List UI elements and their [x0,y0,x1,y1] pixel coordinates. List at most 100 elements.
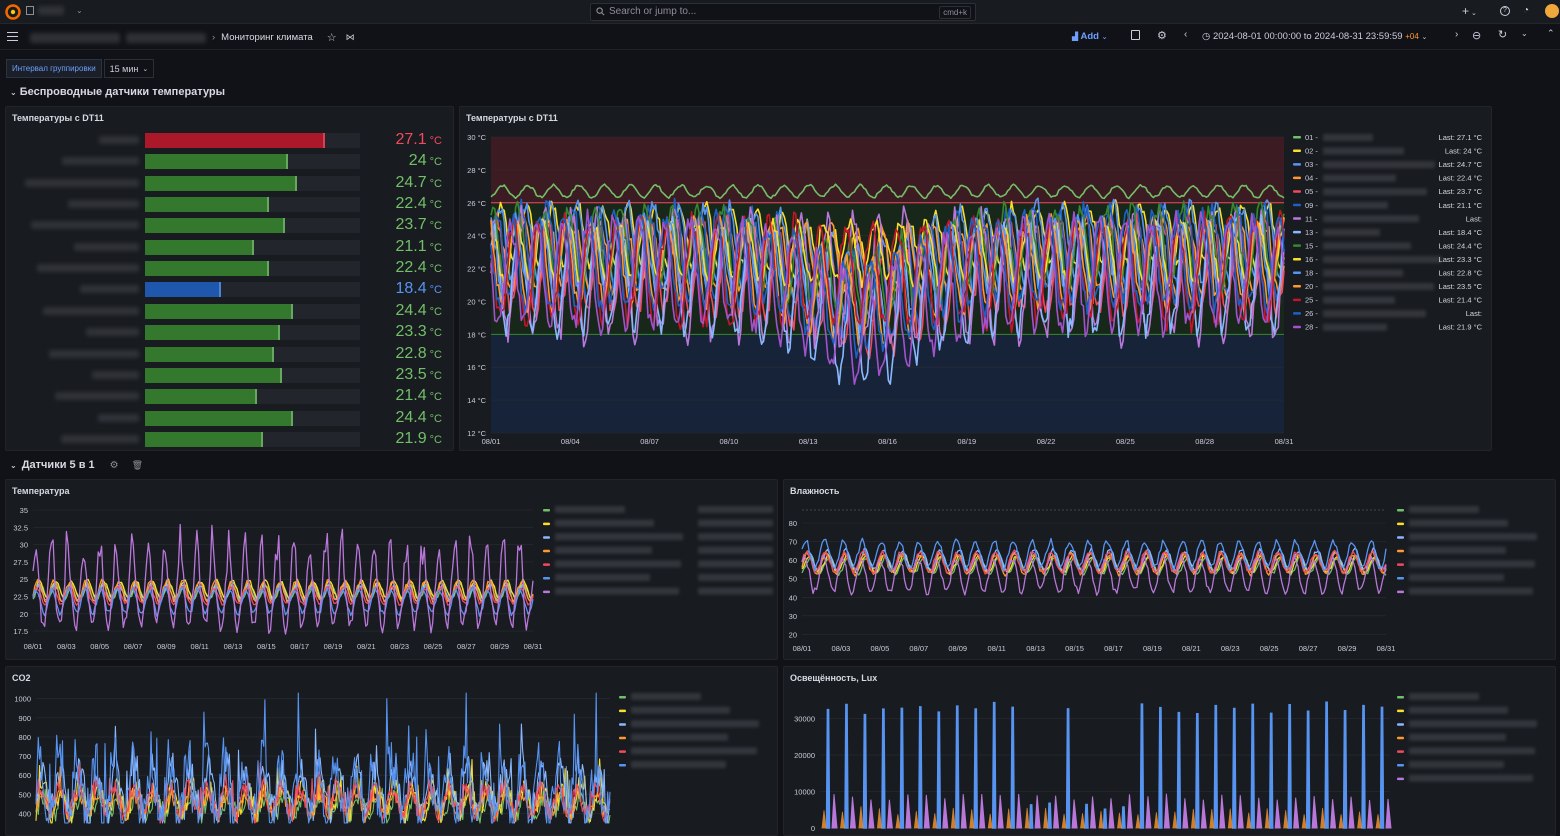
legend-swatch[interactable] [619,736,626,740]
legend-label[interactable] [631,747,757,755]
dt11-chart[interactable]: 30 °C 28 °C 26 °C 24 °C 22 °C 20 °C 18 °C 16 °C… [460,107,1491,450]
legend-label[interactable] [555,533,683,541]
legend-label[interactable] [1409,587,1533,595]
legend-label[interactable]: 20 - [1305,282,1318,291]
legend-swatch[interactable] [1293,230,1301,234]
legend-swatch[interactable] [1397,577,1404,580]
time-back-icon[interactable]: ‹ [1184,29,1187,40]
legend-label[interactable] [555,560,681,568]
legend-swatch[interactable] [1293,203,1301,207]
breadcrumb-home[interactable] [30,32,120,43]
legend-label[interactable] [1409,733,1506,741]
legend-label[interactable]: 05 - [1305,187,1318,196]
legend-swatch[interactable] [1397,736,1404,740]
legend-label[interactable] [1409,574,1504,581]
lux-chart[interactable]: 3000020000100000 [784,667,1555,835]
legend-swatch[interactable] [1397,522,1404,526]
row-header-wireless[interactable]: ⌄ Беспроводные датчики температуры [10,86,225,98]
grafana-logo-icon[interactable] [5,4,21,20]
legend-swatch[interactable] [1397,590,1404,594]
legend-label[interactable]: 13 - [1305,228,1318,237]
row-header-5in1[interactable]: ⌄ Датчики 5 в 1 ⚙ 🗑 [10,459,143,471]
legend-label[interactable]: 15 - [1305,241,1318,250]
legend-swatch[interactable] [1397,723,1404,726]
legend-swatch[interactable] [619,696,626,699]
legend-label[interactable]: 16 - [1305,255,1318,264]
legend-swatch[interactable] [619,764,626,767]
legend-label[interactable]: 26 - [1305,309,1318,318]
legend-label[interactable]: 11 - [1305,214,1318,223]
legend-swatch[interactable] [1293,149,1301,153]
legend-swatch[interactable] [1293,271,1301,275]
legend-label[interactable] [631,693,701,700]
legend-swatch[interactable] [619,723,626,726]
panel-title[interactable]: Температуры с DT11 [12,113,104,123]
legend-swatch[interactable] [1397,509,1404,512]
legend-swatch[interactable] [543,577,550,580]
legend-label[interactable] [555,519,654,527]
humidity-chart[interactable]: 80 70 60 50 40 30 20 08/01 08/03 08/05 08/07 08/09 0… [784,480,1555,659]
legend-swatch[interactable] [1397,709,1404,713]
avatar[interactable] [1545,4,1559,18]
legend-swatch[interactable] [1397,549,1404,553]
legend-swatch[interactable] [1293,298,1301,302]
legend-label[interactable] [1409,761,1504,768]
legend-swatch[interactable] [1397,777,1404,781]
legend-label[interactable] [1409,720,1537,728]
legend-label[interactable] [1409,533,1537,541]
legend-swatch[interactable] [543,549,550,553]
legend-swatch[interactable] [543,563,550,566]
collapse-chevron-icon[interactable]: ⌃ [1547,28,1555,39]
legend-swatch[interactable] [1397,750,1404,753]
legend-label[interactable] [1409,506,1479,513]
legend-label[interactable] [555,587,679,595]
legend-swatch[interactable] [1293,312,1301,315]
legend-label[interactable] [631,720,759,728]
legend-swatch[interactable] [1397,563,1404,566]
help-icon[interactable]: ? [1500,6,1510,16]
legend-swatch[interactable] [1293,285,1301,288]
legend-label[interactable]: 01 - [1305,133,1318,142]
time-range-picker[interactable]: ◷ 2024-08-01 00:00:00 to 2024-08-31 23:5… [1202,31,1427,42]
legend-swatch[interactable] [1397,536,1404,539]
co2-chart[interactable]: 1000 900 800 700 600 500 400 [6,667,777,835]
star-icon[interactable]: ☆ [327,31,337,44]
temperature-chart[interactable]: 35 32.5 30 27.5 25 22.5 20 17.5 08/01 08/03 08/05 0… [6,480,777,659]
legend-label[interactable]: 04 - [1305,174,1318,183]
legend-swatch[interactable] [1397,696,1404,699]
legend-label[interactable] [1409,774,1533,782]
add-button[interactable]: ▟ Add ⌄ [1072,31,1107,42]
legend-swatch[interactable] [1293,176,1301,180]
zoom-out-icon[interactable]: ⊖ [1472,29,1481,42]
legend-label[interactable]: 03 - [1305,160,1318,169]
breadcrumb-folder[interactable] [126,32,206,43]
legend-label[interactable] [1409,747,1535,755]
news-icon[interactable]: ◔ [1523,5,1529,16]
legend-swatch[interactable] [1293,325,1301,329]
legend-label[interactable] [1409,693,1479,700]
refresh-interval-chevron-icon[interactable]: ⌄ [1521,29,1528,38]
menu-icon[interactable] [7,32,18,41]
legend-label[interactable]: 28 - [1305,323,1318,332]
search-input[interactable]: Search or jump to... cmd+k [590,3,976,21]
row-delete-icon[interactable]: 🗑 [132,460,143,471]
legend-swatch[interactable] [619,750,626,753]
legend-label[interactable] [1409,560,1535,568]
legend-swatch[interactable] [1293,163,1301,166]
legend-swatch[interactable] [543,522,550,526]
legend-swatch[interactable] [543,536,550,539]
legend-label[interactable] [555,574,650,581]
legend-label[interactable]: 18 - [1305,269,1318,278]
legend-label[interactable] [631,761,726,768]
variable-select[interactable]: 15 мин ⌄ [103,59,155,78]
refresh-icon[interactable]: ↻ [1498,28,1507,41]
legend-label[interactable]: 09 - [1305,201,1318,210]
time-forward-icon[interactable]: › [1455,29,1458,40]
settings-icon[interactable]: ⚙ [1157,29,1167,42]
legend-swatch[interactable] [1293,217,1301,220]
legend-swatch[interactable] [1293,244,1301,247]
legend-swatch[interactable] [1293,257,1301,261]
legend-swatch[interactable] [619,709,626,713]
share-icon[interactable]: ⋈ [346,32,355,43]
row-settings-icon[interactable]: ⚙ [110,460,119,471]
